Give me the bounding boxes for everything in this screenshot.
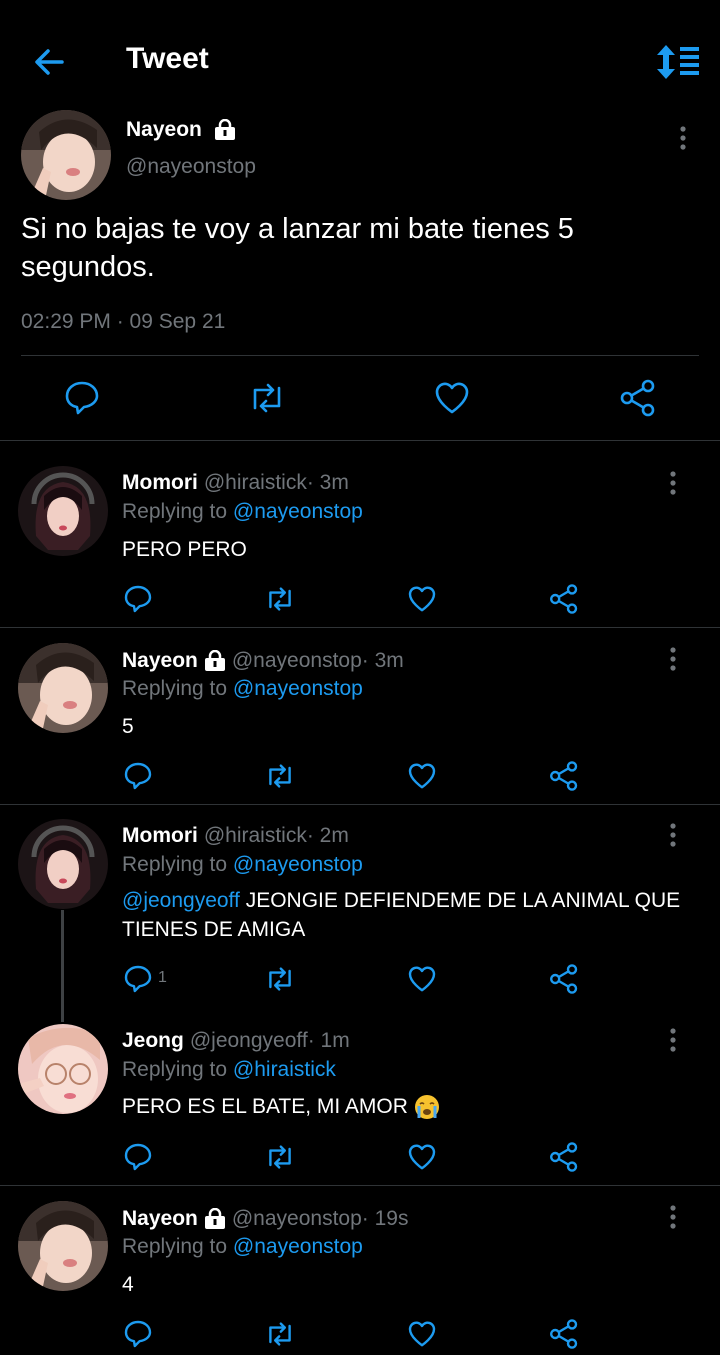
- reply-header: Nayeon @nayeonstop · 19s: [122, 1207, 408, 1231]
- more-icon[interactable]: [660, 1204, 686, 1230]
- lock-icon: [214, 118, 236, 141]
- author-name[interactable]: Nayeon: [126, 118, 236, 142]
- share-icon[interactable]: [548, 1141, 580, 1173]
- like-icon[interactable]: [406, 583, 438, 615]
- reply-header: Momori @hiraistick · 2m: [122, 824, 349, 848]
- divider: [0, 440, 720, 441]
- share-icon[interactable]: [548, 1318, 580, 1350]
- text-mention[interactable]: @jeongyeoff: [122, 889, 240, 912]
- share-icon[interactable]: [548, 760, 580, 792]
- reply-time: · 1m: [307, 1029, 350, 1052]
- share-icon[interactable]: [618, 378, 658, 418]
- reply-icon[interactable]: [122, 963, 154, 995]
- retweet-icon[interactable]: [247, 378, 287, 418]
- crying-emoji-icon: [414, 1094, 440, 1120]
- avatar[interactable]: [18, 819, 108, 909]
- avatar[interactable]: [18, 643, 108, 733]
- replying-label: Replying to: [122, 1058, 233, 1081]
- avatar[interactable]: [18, 1024, 108, 1114]
- reply-icon[interactable]: [122, 1141, 154, 1173]
- reply-time: · 19s: [361, 1207, 409, 1230]
- reply-icon[interactable]: [122, 760, 154, 792]
- avatar[interactable]: [18, 466, 108, 556]
- retweet-icon[interactable]: [264, 963, 296, 995]
- replying-mention[interactable]: @nayeonstop: [233, 853, 363, 876]
- more-icon[interactable]: [660, 822, 686, 848]
- replying-mention[interactable]: @nayeonstop: [233, 1235, 363, 1258]
- replying-to: Replying to @nayeonstop: [122, 1235, 363, 1259]
- reply-text-body: PERO ES EL BATE, MI AMOR: [122, 1095, 414, 1118]
- divider: [0, 804, 720, 805]
- top-bar: Tweet: [0, 0, 720, 110]
- tweet-text: Si no bajas te voy a lanzar mi bate tien…: [21, 213, 574, 283]
- more-icon[interactable]: [660, 1027, 686, 1053]
- divider: [21, 355, 699, 356]
- reply-icon[interactable]: [122, 1318, 154, 1350]
- page-title: Tweet: [126, 42, 209, 75]
- like-icon[interactable]: [406, 760, 438, 792]
- divider: [0, 627, 720, 628]
- share-icon[interactable]: [548, 963, 580, 995]
- reply-text: @jeongyeoff JEONGIE DEFIENDEME DE LA ANI…: [122, 886, 682, 944]
- reply-text: PERO ES EL BATE, MI AMOR: [122, 1092, 682, 1121]
- reply-time: · 2m: [306, 824, 349, 847]
- reply-time: · 3m: [361, 649, 404, 672]
- replying-to: Replying to @hiraistick: [122, 1058, 336, 1082]
- replying-mention[interactable]: @hiraistick: [233, 1058, 336, 1081]
- reply-author-handle[interactable]: @nayeonstop: [232, 649, 362, 673]
- lock-icon: [204, 1207, 226, 1230]
- like-icon[interactable]: [406, 1141, 438, 1173]
- retweet-icon[interactable]: [264, 1141, 296, 1173]
- like-icon[interactable]: [406, 963, 438, 995]
- replying-to: Replying to @nayeonstop: [122, 500, 363, 524]
- reply-author-name[interactable]: Nayeon: [122, 1207, 198, 1231]
- reply-author-name[interactable]: Nayeon: [122, 649, 198, 673]
- tweet-timestamp: 02:29 PM · 09 Sep 21: [21, 310, 226, 333]
- more-icon[interactable]: [660, 470, 686, 496]
- replying-label: Replying to: [122, 853, 233, 876]
- retweet-icon[interactable]: [264, 760, 296, 792]
- reply-count: 1: [158, 969, 167, 986]
- replying-label: Replying to: [122, 677, 233, 700]
- avatar[interactable]: [21, 110, 111, 200]
- retweet-icon[interactable]: [264, 583, 296, 615]
- reply-header: Momori @hiraistick · 3m: [122, 471, 349, 495]
- back-arrow-icon[interactable]: [30, 42, 70, 82]
- more-icon[interactable]: [660, 646, 686, 672]
- share-icon[interactable]: [548, 583, 580, 615]
- reply-time: · 3m: [306, 471, 349, 494]
- like-icon[interactable]: [406, 1318, 438, 1350]
- reply-icon[interactable]: [122, 583, 154, 615]
- sort-icon[interactable]: [655, 42, 701, 82]
- retweet-icon[interactable]: [264, 1318, 296, 1350]
- reply-text: 5: [122, 715, 134, 738]
- replying-label: Replying to: [122, 500, 233, 523]
- reply-header: Nayeon @nayeonstop · 3m: [122, 649, 404, 673]
- divider: [0, 1185, 720, 1186]
- like-icon[interactable]: [432, 378, 472, 418]
- avatar[interactable]: [18, 1201, 108, 1291]
- reply-header: Jeong @jeongyeoff · 1m: [122, 1029, 350, 1053]
- reply-author-handle[interactable]: @nayeonstop: [232, 1207, 362, 1231]
- reply-text: 4: [122, 1273, 134, 1296]
- reply-author-handle[interactable]: @jeongyeoff: [190, 1029, 308, 1053]
- replying-to: Replying to @nayeonstop: [122, 677, 363, 701]
- reply-author-name[interactable]: Momori: [122, 824, 198, 848]
- replying-mention[interactable]: @nayeonstop: [233, 500, 363, 523]
- replying-label: Replying to: [122, 1235, 233, 1258]
- lock-icon: [204, 649, 226, 672]
- reply-author-handle[interactable]: @hiraistick: [204, 824, 307, 848]
- reply-author-handle[interactable]: @hiraistick: [204, 471, 307, 495]
- thread-line: [61, 910, 64, 1022]
- reply-author-name[interactable]: Jeong: [122, 1029, 184, 1053]
- reply-icon[interactable]: [62, 378, 102, 418]
- replying-mention[interactable]: @nayeonstop: [233, 677, 363, 700]
- author-display-name: Nayeon: [126, 118, 202, 141]
- replying-to: Replying to @nayeonstop: [122, 853, 363, 877]
- reply-author-name[interactable]: Momori: [122, 471, 198, 495]
- reply-text: PERO PERO: [122, 538, 247, 561]
- author-handle[interactable]: @nayeonstop: [126, 155, 256, 179]
- more-icon[interactable]: [670, 125, 696, 151]
